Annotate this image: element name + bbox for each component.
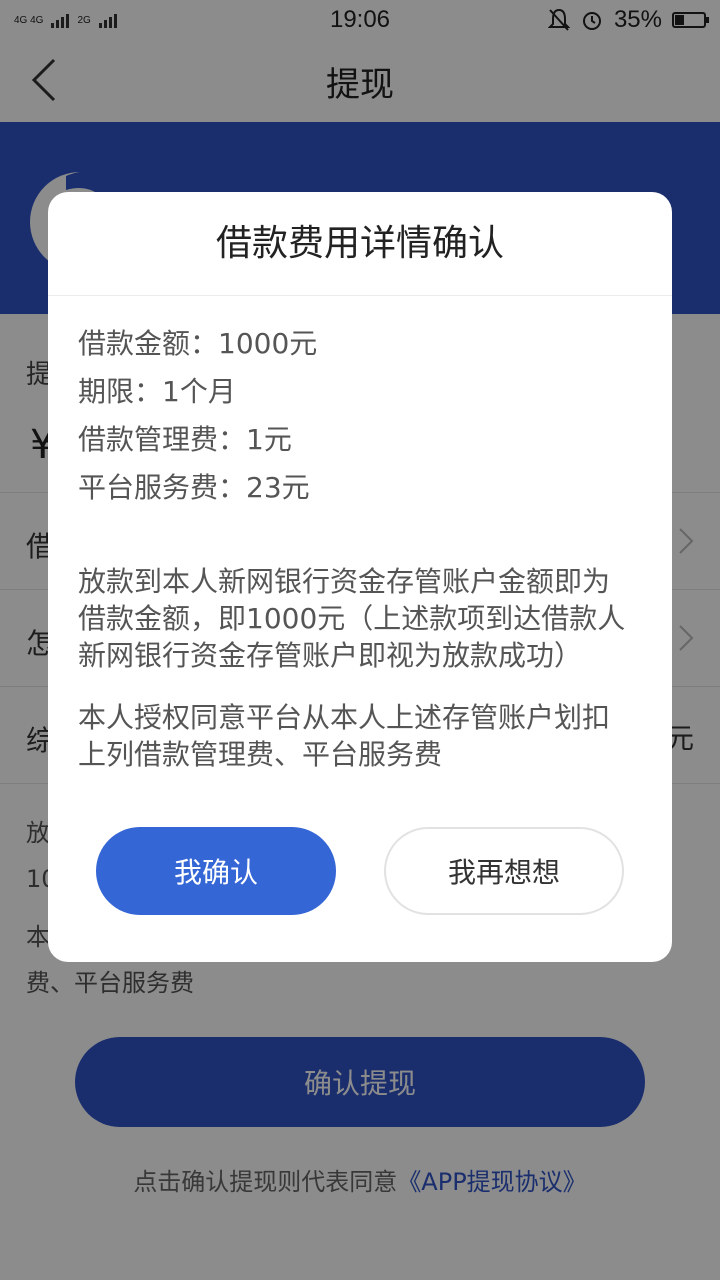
paragraph-line: 新网银行资金存管账户即视为放款成功） — [78, 639, 583, 672]
service-fee-line: 平台服务费：23元 — [78, 471, 310, 504]
paragraph-line: 放款到本人新网银行资金存管账户金额即为 — [78, 565, 611, 598]
paragraph-line: 上列借款管理费、平台服务费 — [78, 738, 443, 771]
loan-amount-line: 借款金额：1000元 — [78, 327, 318, 360]
paragraph-line: 本人授权同意平台从本人上述存管账户划扣 — [78, 701, 611, 734]
paragraph-line: 借款金额，即1000元（上述款项到达借款人 — [78, 602, 626, 635]
dialog-title: 借款费用详情确认 — [48, 192, 672, 296]
term-line: 期限：1个月 — [78, 375, 236, 408]
reconsider-button[interactable]: 我再想想 — [384, 827, 624, 915]
authorization-paragraph: 本人授权同意平台从本人上述存管账户划扣 上列借款管理费、平台服务费 — [78, 699, 644, 773]
confirm-dialog: 借款费用详情确认 借款金额：1000元 期限：1个月 借款管理费：1元 平台服务… — [48, 192, 672, 962]
disbursement-paragraph: 放款到本人新网银行资金存管账户金额即为 借款金额，即1000元（上述款项到达借款… — [78, 563, 644, 674]
management-fee-line: 借款管理费：1元 — [78, 423, 292, 456]
fee-details: 借款金额：1000元 期限：1个月 借款管理费：1元 平台服务费：23元 — [78, 320, 317, 512]
confirm-button[interactable]: 我确认 — [96, 827, 336, 915]
